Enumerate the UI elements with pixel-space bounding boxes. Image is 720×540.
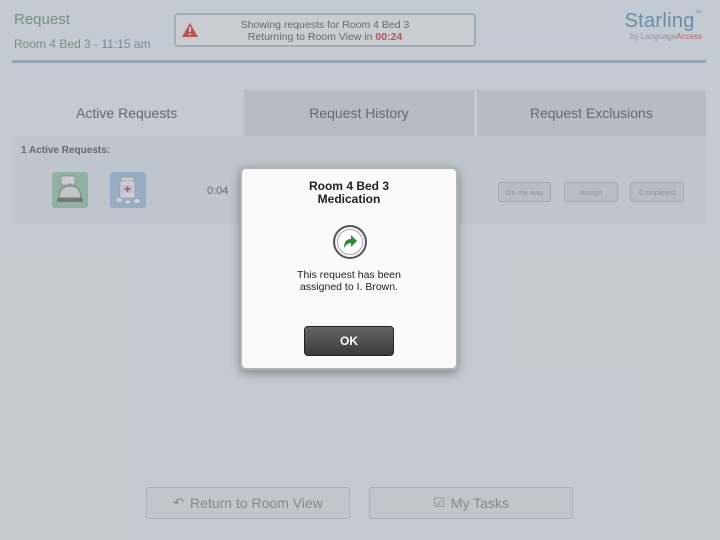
dialog-title: Room 4 Bed 3 Medication [242, 180, 456, 206]
dialog-message-line-1: This request has been [297, 269, 401, 281]
assign-arrow-icon [333, 225, 367, 259]
dialog-message-line-2: assigned to I. Brown. [299, 281, 399, 293]
assignment-dialog: Room 4 Bed 3 Medication This request has… [240, 167, 458, 370]
dialog-message: This request has been assigned to I. Bro… [252, 269, 446, 293]
dialog-title-type: Medication [317, 192, 381, 206]
ok-button[interactable]: OK [304, 326, 394, 356]
